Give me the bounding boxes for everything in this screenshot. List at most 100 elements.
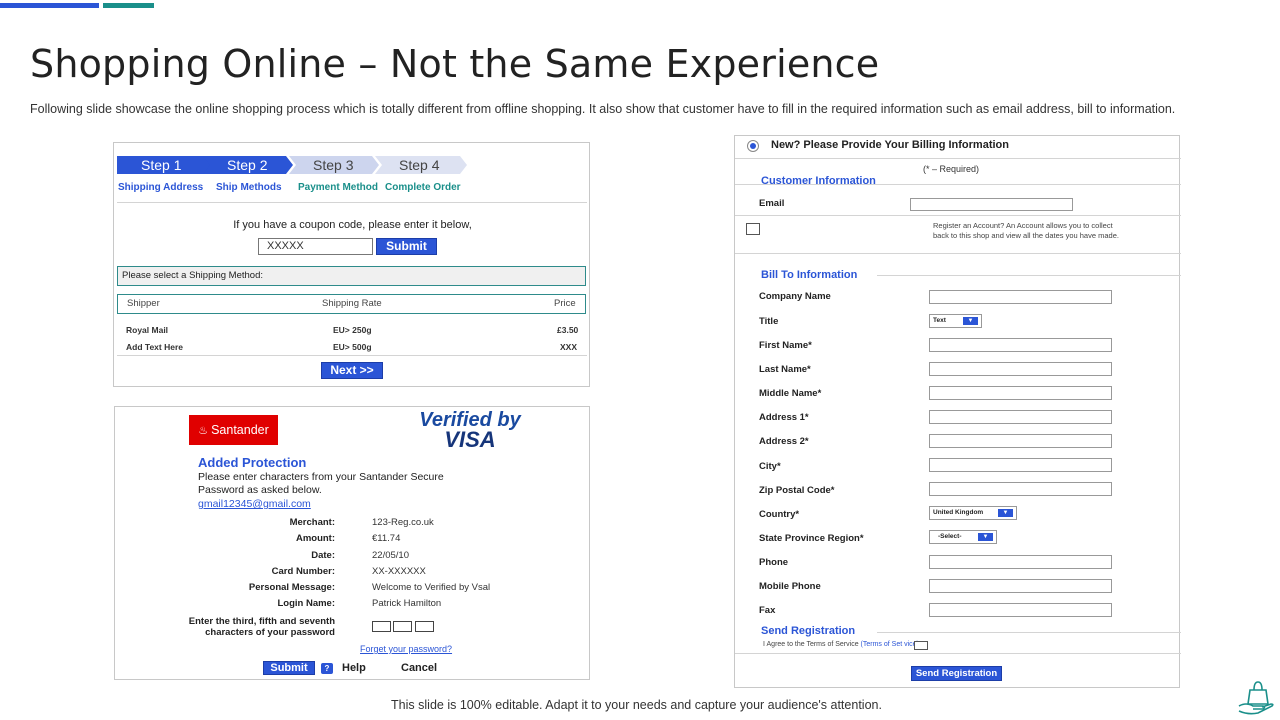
shipper-cell: Royal Mail <box>126 325 169 335</box>
company-name-field[interactable] <box>929 290 1112 304</box>
col-shipping-rate: Shipping Rate <box>322 298 382 309</box>
last-name-field[interactable] <box>929 362 1112 376</box>
terms-agreement: I Agree to the Terms of Service (Terms o… <box>763 640 923 649</box>
chevron-down-icon: ▼ <box>998 509 1013 517</box>
register-account-text: Register an Account? An Account allows y… <box>933 221 1119 240</box>
step-3[interactable]: Step 3 <box>289 156 379 174</box>
address1-field[interactable] <box>929 410 1112 424</box>
shipping-method-select[interactable]: Please select a Shipping Method: <box>117 266 586 286</box>
checkout-panel: Step 1 Step 2 Step 3 Step 4 Shipping Add… <box>113 142 590 387</box>
santander-logo: ♨ Santander <box>189 415 278 445</box>
state-label: State Province Region* <box>759 533 864 544</box>
first-name-label: First Name* <box>759 340 812 351</box>
price-cell: £3.50 <box>557 325 579 335</box>
address2-field[interactable] <box>929 434 1112 448</box>
password-prompt: Enter the third, fifth and seventh chara… <box>175 616 335 638</box>
coupon-input[interactable]: XXXXX <box>258 238 373 255</box>
date-label: Date: <box>311 550 335 561</box>
zip-label: Zip Postal Code* <box>759 485 835 496</box>
shipping-table-header: Shipper Shipping Rate Price <box>117 294 586 314</box>
bank-submit-button[interactable]: Submit <box>263 661 315 675</box>
login-name-value: Patrick Hamilton <box>372 598 442 609</box>
col-shipper: Shipper <box>127 298 160 309</box>
first-name-field[interactable] <box>929 338 1112 352</box>
col-price: Price <box>554 298 576 309</box>
divider <box>117 202 587 203</box>
password-char-3-input[interactable] <box>372 621 391 632</box>
zip-field[interactable] <box>929 482 1112 496</box>
bank-verification-panel: ♨ Santander Verified by VISA Added Protec… <box>114 406 590 680</box>
email-field[interactable] <box>910 198 1073 211</box>
chevron-down-icon: ▼ <box>963 317 978 325</box>
coupon-prompt: If you have a coupon code, please enter … <box>233 219 472 231</box>
chevron-down-icon: ▼ <box>978 533 993 541</box>
password-prompt-line1: Enter the third, fifth and seventh <box>188 616 335 627</box>
state-select[interactable]: -Select- ▼ <box>929 530 997 544</box>
step-2[interactable]: Step 2 <box>203 156 293 174</box>
accent-bar-teal <box>103 3 154 8</box>
slide-title: Shopping Online – Not the Same Experienc… <box>30 42 880 86</box>
step-4-sublabel: Complete Order <box>385 182 461 193</box>
send-registration-button[interactable]: Send Registration <box>911 666 1002 681</box>
step-4[interactable]: Step 4 <box>375 156 467 174</box>
santander-label: Santander <box>211 423 269 437</box>
personal-message-label: Personal Message: <box>248 582 335 593</box>
forgot-password-link[interactable]: Forget your password? <box>360 644 452 654</box>
date-value: 22/05/10 <box>372 550 409 561</box>
help-icon[interactable]: ? <box>321 663 333 674</box>
password-char-7-input[interactable] <box>415 621 434 632</box>
register-account-checkbox[interactable] <box>746 223 760 235</box>
address1-label: Address 1* <box>759 412 809 423</box>
country-select[interactable]: United Kingdom ▼ <box>929 506 1017 520</box>
amount-label: Amount: <box>295 533 335 544</box>
title-select-value: Text <box>933 317 946 324</box>
password-char-5-input[interactable] <box>393 621 412 632</box>
step-2-sublabel: Ship Methods <box>216 182 282 193</box>
new-customer-radio[interactable] <box>747 140 759 152</box>
card-number-value: XX-XXXXXX <box>372 566 426 577</box>
next-button[interactable]: Next >> <box>321 362 383 379</box>
billing-header: New? Please Provide Your Billing Informa… <box>771 139 1009 151</box>
cancel-link[interactable]: Cancel <box>401 662 437 674</box>
city-field[interactable] <box>929 458 1112 472</box>
slide-footer: This slide is 100% editable. Adapt it to… <box>391 698 882 712</box>
table-row[interactable]: Royal Mail EU> 250g £3.50 <box>117 325 586 337</box>
phone-field[interactable] <box>929 555 1112 569</box>
coupon-submit-button[interactable]: Submit <box>376 238 437 255</box>
table-row[interactable]: Add Text Here EU> 500g XXX <box>117 342 586 354</box>
email-link[interactable]: gmail12345@gmail.com <box>198 498 311 510</box>
login-name-label: Login Name: <box>277 598 335 609</box>
bill-to-title: Bill To Information <box>761 269 858 281</box>
send-registration-title: Send Registration <box>761 625 856 637</box>
divider <box>735 653 1181 654</box>
mobile-phone-field[interactable] <box>929 579 1112 593</box>
terms-link[interactable]: (Terms of Set vice)* <box>861 641 922 648</box>
terms-text: I Agree to the Terms of Service <box>763 641 861 648</box>
divider <box>735 158 1181 159</box>
rate-cell: EU> 500g <box>333 342 372 352</box>
divider <box>877 275 1181 276</box>
city-label: City* <box>759 461 781 472</box>
flame-icon: ♨ <box>198 425 209 437</box>
phone-label: Phone <box>759 557 789 568</box>
price-cell: XXX <box>560 342 578 352</box>
terms-checkbox[interactable] <box>914 641 928 650</box>
middle-name-label: Middle Name* <box>759 388 822 399</box>
title-select[interactable]: Text ▼ <box>929 314 982 328</box>
email-label: Email <box>759 198 785 209</box>
amount-value: €11.74 <box>372 533 401 544</box>
state-select-value: -Select- <box>938 533 962 540</box>
country-label: Country* <box>759 509 800 520</box>
fax-label: Fax <box>759 605 776 616</box>
step-1[interactable]: Step 1 <box>117 156 212 174</box>
fax-field[interactable] <box>929 603 1112 617</box>
billing-form-panel: New? Please Provide Your Billing Informa… <box>734 135 1181 688</box>
divider <box>735 253 1181 254</box>
company-name-label: Company Name <box>759 291 831 302</box>
slide-subtitle: Following slide showcase the online shop… <box>30 102 1176 116</box>
merchant-value: 123-Reg.co.uk <box>372 517 434 528</box>
last-name-label: Last Name* <box>759 364 811 375</box>
middle-name-field[interactable] <box>929 386 1112 400</box>
help-link[interactable]: Help <box>342 662 366 674</box>
step-3-sublabel: Payment Method <box>298 182 379 193</box>
